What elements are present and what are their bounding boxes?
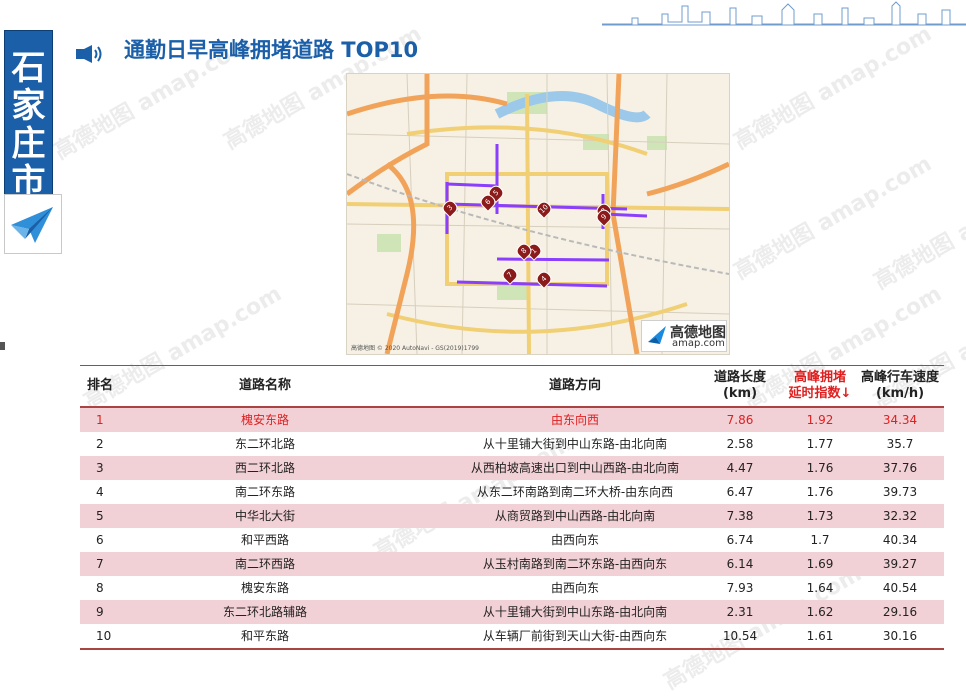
cell-speed: 40.34 xyxy=(882,533,918,547)
table-row: 4 南二环东路 从东二环南路到南二环大桥-由东向西 6.47 1.76 39.73 xyxy=(80,480,944,504)
cell-speed: 39.27 xyxy=(882,557,918,571)
congestion-map: 12345678910 高德地图 © 2020 AutoNavi - GS(20… xyxy=(346,73,730,355)
map-green-area xyxy=(647,136,667,150)
cell-speed: 30.16 xyxy=(882,629,918,643)
map-minor-roads xyxy=(347,74,729,354)
table-row: 5 中华北大街 从商贸路到中山西路-由北向南 7.38 1.73 32.32 xyxy=(80,504,944,528)
table-bottom-rule xyxy=(80,648,944,650)
city-name: 石家庄市 xyxy=(11,48,46,202)
cell-rank: 4 xyxy=(96,485,104,499)
amap-logo-icon xyxy=(648,326,666,344)
paper-plane-icon xyxy=(11,207,53,243)
header-road-name: 道路名称 xyxy=(238,378,291,393)
speaker-icon xyxy=(76,45,102,63)
cell-speed: 40.54 xyxy=(882,581,918,595)
table-row: 10 和平东路 从车辆厂前街到天山大街-由西向东 10.54 1.61 30.16 xyxy=(80,624,944,648)
header-rank: 排名 xyxy=(86,378,113,393)
map-river xyxy=(494,91,651,123)
cell-rank: 7 xyxy=(96,557,104,571)
cell-rank: 9 xyxy=(96,605,104,619)
cell-road-name: 南二环西路 xyxy=(234,557,295,571)
map-copyright: 高德地图 © 2020 AutoNavi - GS(2019)1799 xyxy=(351,345,479,352)
cell-speed: 35.7 xyxy=(886,437,914,451)
cell-rank: 3 xyxy=(96,461,104,475)
cell-speed: 32.32 xyxy=(882,509,918,523)
header-speed: 高峰行车速度 (km/h) xyxy=(860,370,939,401)
cell-speed: 39.73 xyxy=(882,485,918,499)
cell-speed: 29.16 xyxy=(882,605,918,619)
cell-road-name: 和平东路 xyxy=(240,629,289,643)
cell-rank: 10 xyxy=(96,629,112,643)
cell-road-name: 南二环东路 xyxy=(234,485,295,499)
page-title: 通勤日早高峰拥堵道路 TOP10 xyxy=(124,38,419,62)
cell-road-name: 槐安东路 xyxy=(240,413,289,427)
cell-road-name: 东二环北路 xyxy=(234,437,295,451)
cell-rank: 6 xyxy=(96,533,104,547)
table-row: 3 西二环北路 从西柏坡高速出口到中山西路-由北向南 4.47 1.76 37.76 xyxy=(80,456,944,480)
table-row: 2 东二环北路 从十里铺大街到中山东路-由北向南 2.58 1.77 35.7 xyxy=(80,432,944,456)
table-row: 7 南二环西路 从玉村南路到南二环东路-由西向东 6.14 1.69 39.27 xyxy=(80,552,944,576)
map-green-area xyxy=(497,284,527,300)
table-body: 1 槐安东路 由东向西 7.86 1.92 34.34 2 东二环北路 从十里铺大街到中山东路-… xyxy=(80,408,944,648)
cell-road-name: 和平西路 xyxy=(240,533,289,547)
page-marker xyxy=(0,342,5,350)
paper-plane-box xyxy=(4,194,62,254)
cell-road-name: 东二环北路辅路 xyxy=(222,605,307,619)
cell-speed: 34.34 xyxy=(882,413,918,427)
amap-logo: 高德地图 amap.com xyxy=(641,320,727,352)
map-green-area xyxy=(377,234,401,252)
watermark: 高德地图 amap.com xyxy=(729,21,936,155)
congestion-table: 排名 道路名称 道路方向 道路长度 (km) 高峰拥堵 延时指数↓ 高峰行车速度… xyxy=(80,365,944,650)
cell-road-name: 西二环北路 xyxy=(234,461,295,475)
table-row: 6 和平西路 由西向东 6.74 1.7 40.34 xyxy=(80,528,944,552)
table-row: 1 槐安东路 由东向西 7.86 1.92 34.34 xyxy=(80,408,944,432)
table-row: 9 东二环北路辅路 从十里铺大街到中山东路-由北向南 2.31 1.62 29.16 xyxy=(80,600,944,624)
amap-logo-url: amap.com xyxy=(672,338,725,349)
map-canvas xyxy=(347,74,729,354)
skyline-decoration xyxy=(602,1,966,26)
cell-rank: 2 xyxy=(96,437,104,451)
city-sidebar: 石家庄市 xyxy=(4,30,53,202)
map-major-roads xyxy=(347,93,729,354)
table-header: 排名 道路名称 道路方向 道路长度 (km) 高峰拥堵 延时指数↓ 高峰行车速度… xyxy=(80,365,944,408)
table-row: 8 槐安东路 由西向东 7.93 1.64 40.54 xyxy=(80,576,944,600)
cell-rank: 1 xyxy=(96,413,104,427)
cell-road-name: 槐安东路 xyxy=(240,581,289,595)
cell-road-name: 中华北大街 xyxy=(234,509,295,523)
cell-speed: 37.76 xyxy=(882,461,918,475)
cell-rank: 8 xyxy=(96,581,104,595)
cell-rank: 5 xyxy=(96,509,104,523)
